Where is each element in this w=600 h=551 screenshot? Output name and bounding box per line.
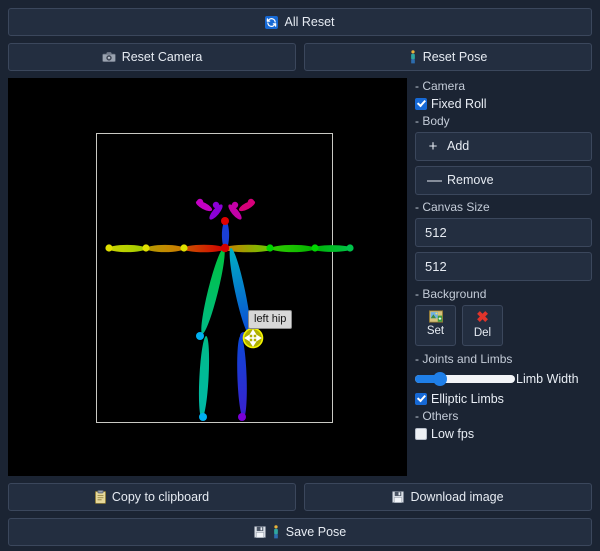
checkbox-indicator — [415, 393, 427, 405]
canvas-size-group-label: - Canvas Size — [415, 200, 490, 214]
body-group-label: - Body — [415, 114, 450, 128]
canvas-width-input[interactable] — [415, 218, 592, 247]
checkbox-indicator — [415, 428, 427, 440]
checkbox-indicator — [415, 98, 427, 110]
control-panel: - Camera Fixed Roll - Body + Add — Remov… — [407, 78, 592, 476]
reset-camera-label: Reset Camera — [121, 49, 203, 64]
joint-left-hip-selected — [242, 327, 264, 349]
background-buttons: Set ✖ Del — [415, 305, 592, 346]
joint-left-shoulder — [180, 244, 188, 252]
camera-group-label: - Camera — [415, 79, 466, 93]
floppy-disk-icon — [253, 526, 266, 538]
slider-thumb[interactable] — [433, 372, 447, 386]
person-icon — [272, 525, 280, 539]
floppy-disk-icon — [392, 491, 405, 503]
reset-camera-button[interactable]: Reset Camera — [8, 43, 296, 71]
copy-to-clipboard-button[interactable]: Copy to clipboard — [8, 483, 296, 511]
pose-canvas[interactable]: left hip — [8, 78, 407, 476]
openpose-editor-app: All Reset Reset Camera Reset Pose left h… — [0, 0, 600, 551]
save-button-row: Save Pose — [8, 518, 592, 546]
bottom-action-bar: Copy to clipboard Download image Save Po… — [8, 476, 592, 551]
joint-nose — [221, 217, 229, 225]
reset-pose-button[interactable]: Reset Pose — [304, 43, 592, 71]
clipboard-icon — [94, 490, 106, 504]
all-reset-label: All Reset — [284, 14, 335, 29]
canvas-height-input[interactable] — [415, 252, 592, 281]
low-fps-checkbox[interactable]: Low fps — [415, 427, 592, 441]
joint-left-eye — [212, 201, 220, 209]
joint-right-ear — [247, 198, 255, 206]
joint-left-wrist — [105, 244, 113, 252]
limb-width-row: Limb Width — [415, 372, 592, 386]
others-group-label: - Others — [415, 409, 459, 423]
add-label: Add — [447, 139, 470, 154]
fixed-roll-checkbox[interactable]: Fixed Roll — [415, 97, 592, 111]
refresh-icon — [265, 15, 279, 29]
elliptic-limbs-label: Elliptic Limbs — [431, 392, 504, 406]
save-pose-button[interactable]: Save Pose — [8, 518, 592, 546]
joint-left-knee — [196, 332, 204, 340]
pose-skeleton[interactable] — [8, 78, 407, 476]
copy-to-clipboard-label: Copy to clipboard — [111, 489, 210, 504]
remove-label: Remove — [447, 173, 494, 188]
joint-tooltip: left hip — [248, 310, 293, 330]
camera-icon — [101, 51, 116, 63]
reset-pose-label: Reset Pose — [422, 49, 488, 64]
remove-body-button[interactable]: — Remove — [415, 166, 592, 195]
joints-group-label: - Joints and Limbs — [415, 352, 513, 366]
close-icon: ✖ — [476, 309, 489, 326]
plus-icon: + — [428, 138, 438, 155]
all-reset-button[interactable]: All Reset — [8, 8, 592, 36]
fixed-roll-label: Fixed Roll — [431, 97, 487, 111]
set-label: Set — [426, 325, 445, 337]
joint-right-ankle — [238, 413, 246, 421]
download-image-label: Download image — [410, 489, 504, 504]
add-body-button[interactable]: + Add — [415, 132, 592, 161]
joint-left-elbow — [142, 244, 150, 252]
joint-right-wrist — [346, 244, 354, 252]
joint-neck — [220, 243, 230, 253]
set-background-button[interactable]: Set — [415, 305, 456, 346]
joint-left-ear — [196, 198, 204, 206]
export-button-row: Copy to clipboard Download image — [8, 483, 592, 511]
joint-right-shoulder — [266, 244, 274, 252]
limb-right-arm — [223, 244, 352, 253]
minus-icon: — — [427, 172, 442, 189]
picture-icon — [428, 310, 443, 323]
save-pose-label: Save Pose — [285, 524, 347, 539]
joint-right-elbow — [311, 244, 319, 252]
elliptic-limbs-checkbox[interactable]: Elliptic Limbs — [415, 392, 592, 406]
background-group-label: - Background — [415, 287, 487, 301]
limb-left-arm — [108, 244, 225, 253]
person-icon — [409, 50, 417, 64]
low-fps-label: Low fps — [431, 427, 475, 441]
limb-width-slider[interactable] — [415, 372, 515, 386]
del-label: Del — [473, 327, 492, 339]
download-image-button[interactable]: Download image — [304, 483, 592, 511]
joint-right-eye — [231, 201, 239, 209]
joint-left-ankle — [199, 413, 207, 421]
limb-width-label: Limb Width — [516, 372, 579, 386]
reset-button-row: Reset Camera Reset Pose — [8, 43, 592, 71]
editor-main-area: left hip - Camera Fixed Roll - Body + Ad… — [8, 78, 592, 476]
delete-background-button[interactable]: ✖ Del — [462, 305, 503, 346]
